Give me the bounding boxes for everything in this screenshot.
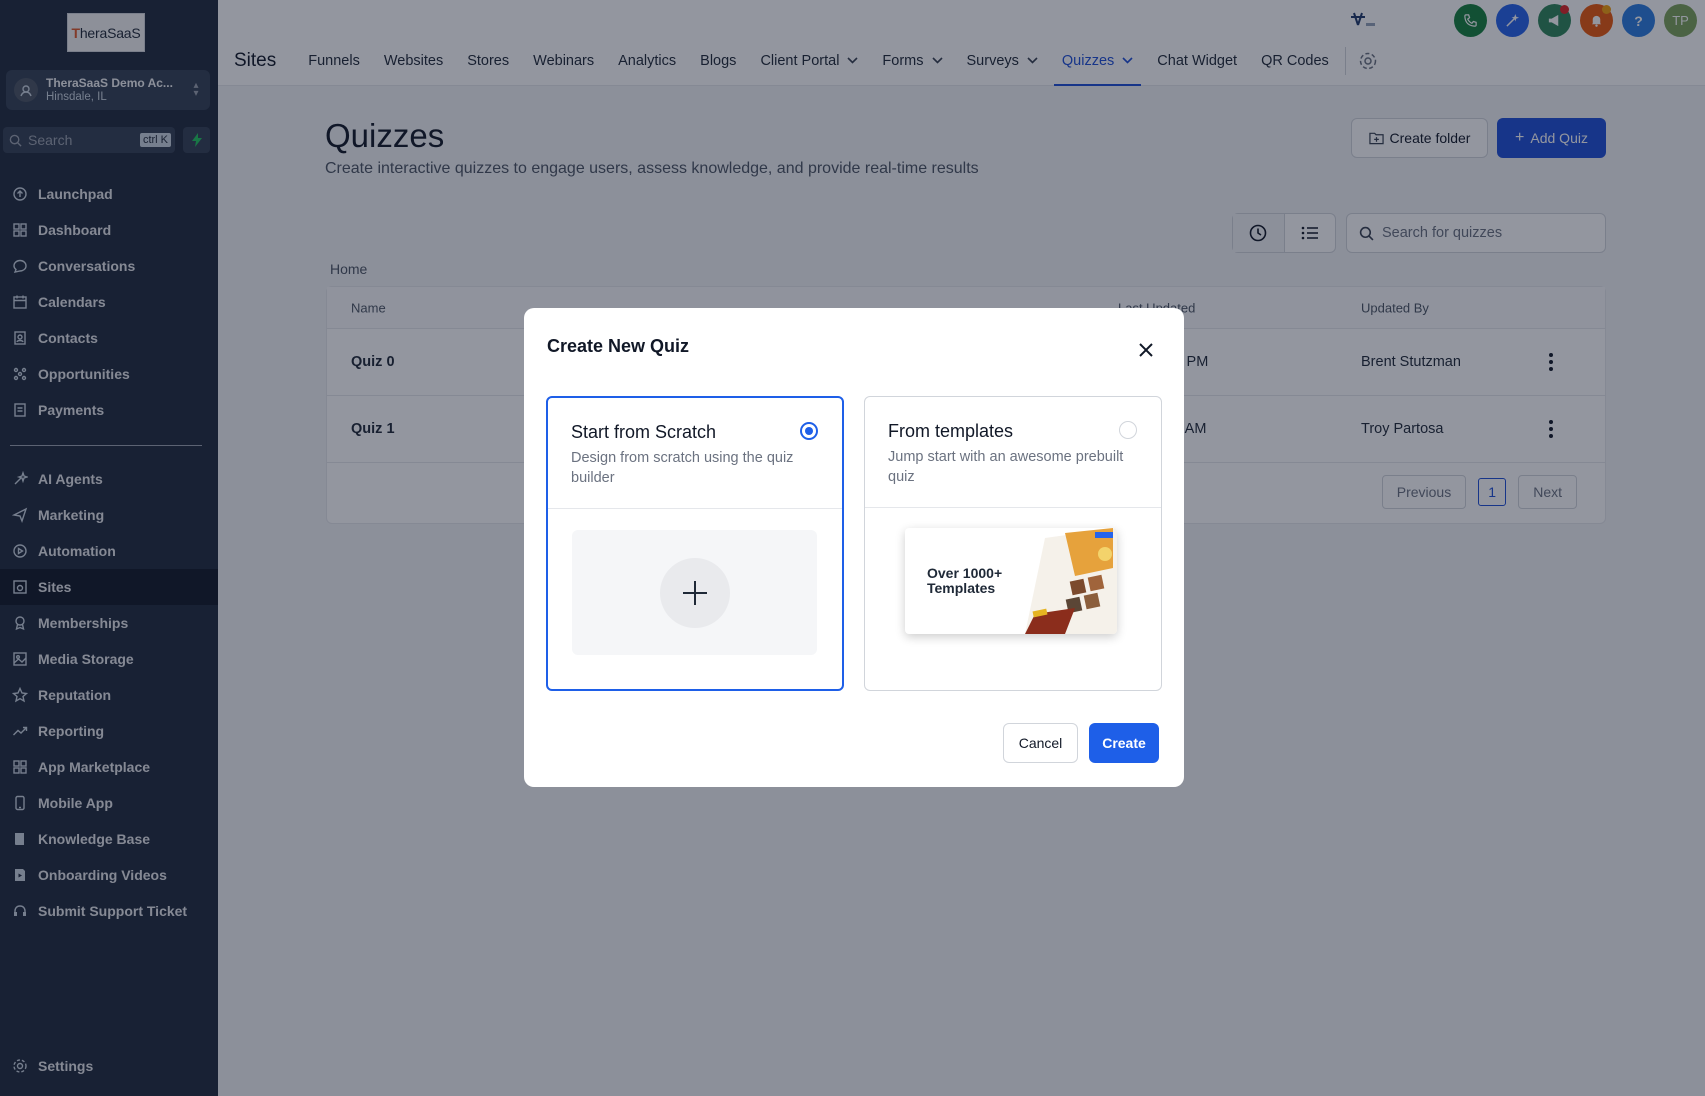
close-button[interactable] [1134,338,1158,362]
create-quiz-modal: Create New Quiz Start from Scratch Desig… [524,308,1184,787]
option-description: Jump start with an awesome prebuilt quiz [888,449,1124,485]
templates-radio[interactable] [1119,421,1137,439]
modal-title: Create New Quiz [547,336,690,356]
plus-icon [659,557,730,628]
cancel-button[interactable]: Cancel [1003,723,1078,763]
option-title: From templates [888,421,1014,441]
scratch-preview [572,530,817,655]
option-description: Design from scratch using the quiz build… [571,450,794,486]
option-title: Start from Scratch [571,422,717,442]
templates-preview-image: Over 1000+ Templates [905,528,1117,634]
from-templates-option[interactable]: From templates Jump start with an awesom… [864,396,1162,691]
close-icon [1139,343,1153,357]
create-button[interactable]: Create [1089,723,1159,763]
scratch-radio[interactable] [800,422,818,440]
start-from-scratch-option[interactable]: Start from Scratch Design from scratch u… [546,396,844,691]
